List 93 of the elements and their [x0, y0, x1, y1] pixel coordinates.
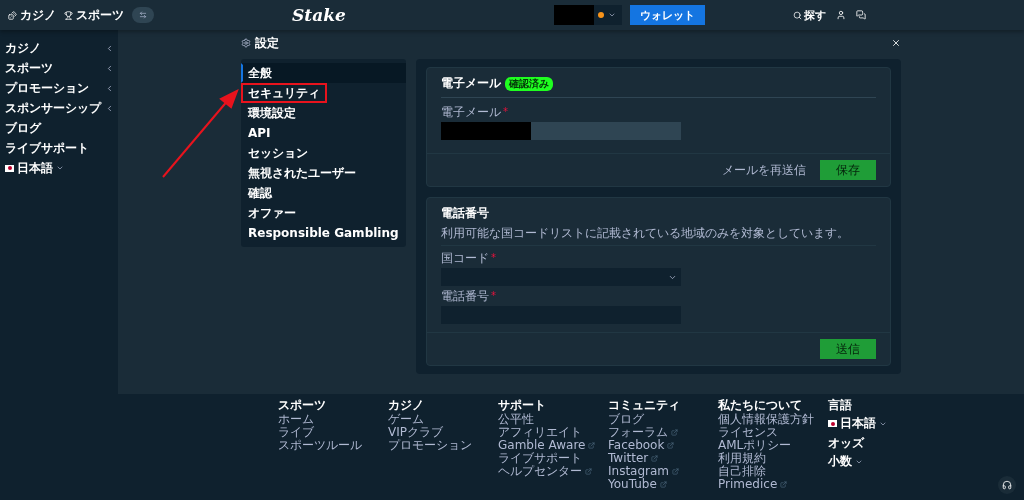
footer-link[interactable]: ライセンス: [718, 426, 828, 439]
footer-link[interactable]: AMLポリシー: [718, 439, 828, 452]
nav-item[interactable]: 無視されたユーザー: [241, 163, 406, 183]
nav-item[interactable]: 全般: [241, 63, 406, 83]
sidebar-item[interactable]: ライブサポート: [0, 138, 118, 158]
headset-icon: [1002, 480, 1012, 490]
email-field[interactable]: [441, 122, 681, 140]
external-link-icon: [588, 442, 596, 449]
description: 利用可能な国コードリストに記載されている地域のみを対象としています。: [441, 226, 876, 246]
nav-item[interactable]: 環境設定: [241, 103, 406, 123]
footer-heading: 私たちについて: [718, 398, 803, 413]
sidebar-item[interactable]: カジノ: [0, 38, 118, 58]
footer-link[interactable]: ヘルプセンター: [498, 465, 608, 478]
balance-selector[interactable]: [553, 5, 622, 25]
card-title: 電話番号: [441, 206, 490, 221]
footer-link[interactable]: 利用規約: [718, 452, 828, 465]
dice-icon: [8, 10, 17, 20]
settings-icon: [241, 38, 251, 48]
field-label: 電話番号: [441, 289, 489, 303]
footer-heading: コミュニティ: [608, 398, 681, 413]
chat-icon[interactable]: [856, 10, 866, 20]
submit-button[interactable]: 送信: [820, 339, 876, 359]
save-button[interactable]: 保存: [820, 160, 876, 180]
nav-item[interactable]: API: [241, 123, 406, 143]
sidebar-item[interactable]: スポーツ: [0, 58, 118, 78]
close-button[interactable]: [891, 38, 901, 48]
footer-heading: カジノ: [388, 398, 425, 413]
field-label: 国コード: [441, 251, 489, 265]
footer-link[interactable]: Instagram: [608, 465, 718, 478]
footer-link[interactable]: フォーラム: [608, 426, 718, 439]
required-mark: *: [503, 105, 508, 119]
footer-link[interactable]: 個人情報保護方針: [718, 413, 828, 426]
footer-link[interactable]: VIPクラブ: [388, 426, 498, 439]
top-tab[interactable]: カジノ: [8, 6, 56, 24]
footer-link[interactable]: アフィリエイト: [498, 426, 608, 439]
footer-link[interactable]: ゲーム: [388, 413, 498, 426]
footer-link[interactable]: Primedice: [718, 478, 828, 491]
nav-item[interactable]: セキュリティ: [241, 83, 327, 103]
top-tab[interactable]: スポーツ: [64, 6, 124, 24]
external-link-icon: [585, 468, 592, 475]
user-icon[interactable]: [836, 10, 846, 20]
external-link-icon: [667, 442, 675, 449]
footer-link[interactable]: 自己排除: [718, 465, 828, 478]
trophy-icon: [64, 10, 73, 20]
search-button[interactable]: 探す: [793, 7, 826, 23]
flag-icon: [828, 420, 837, 427]
logo[interactable]: Stake: [292, 5, 346, 25]
required-mark: *: [491, 251, 496, 265]
footer-heading: 言語: [828, 398, 853, 413]
chevron-down-icon: [607, 11, 616, 19]
flag-icon: [5, 164, 14, 172]
wallet-button[interactable]: ウォレット: [629, 5, 705, 25]
modal-title: 設定: [255, 34, 279, 52]
footer-link[interactable]: 公平性: [498, 413, 608, 426]
footer-heading: スポーツ: [278, 398, 327, 413]
collapse-button[interactable]: [132, 7, 154, 23]
nav-item[interactable]: 確認: [241, 183, 406, 203]
footer-heading: サポート: [498, 398, 547, 413]
redacted-block: [553, 5, 594, 25]
external-link-icon: [672, 468, 680, 475]
search-icon: [793, 10, 802, 20]
footer-link[interactable]: ホーム: [278, 413, 388, 426]
sidebar-item[interactable]: ブログ: [0, 118, 118, 138]
card-title: 電子メール: [441, 76, 501, 91]
footer-link[interactable]: Gamble Aware: [498, 439, 608, 452]
nav-item[interactable]: セッション: [241, 143, 406, 163]
footer-link[interactable]: プロモーション: [388, 439, 498, 452]
sidebar-item[interactable]: スポンサーシップ: [0, 98, 118, 118]
language-selector[interactable]: 日本語: [0, 158, 118, 178]
footer-link[interactable]: スポーツルール: [278, 439, 388, 452]
chevron-down-icon: [56, 164, 64, 172]
footer-link[interactable]: ライブ: [278, 426, 388, 439]
footer-link[interactable]: Twitter: [608, 452, 718, 465]
required-mark: *: [491, 289, 496, 303]
verified-badge: 確認済み: [505, 76, 553, 91]
footer-link[interactable]: ブログ: [608, 413, 718, 426]
external-link-icon: [671, 429, 678, 436]
footer-link[interactable]: ライブサポート: [498, 452, 608, 465]
nav-item[interactable]: Responsible Gambling: [241, 223, 406, 243]
external-link-icon: [651, 455, 659, 462]
footer-link[interactable]: Facebook: [608, 439, 718, 452]
sidebar-item[interactable]: プロモーション: [0, 78, 118, 98]
resend-link[interactable]: メールを再送信: [722, 161, 806, 179]
language-selector[interactable]: 日本語: [828, 415, 938, 432]
footer-link[interactable]: YouTube: [608, 478, 718, 491]
external-link-icon: [659, 481, 667, 488]
field-label: 電子メール: [441, 105, 501, 119]
external-link-icon: [780, 481, 788, 488]
odds-selector[interactable]: 小数: [828, 453, 938, 470]
footer-heading: オッズ: [828, 436, 866, 451]
coin-icon: [597, 12, 604, 18]
nav-item[interactable]: オファー: [241, 203, 406, 223]
arrows-icon: [139, 11, 147, 19]
